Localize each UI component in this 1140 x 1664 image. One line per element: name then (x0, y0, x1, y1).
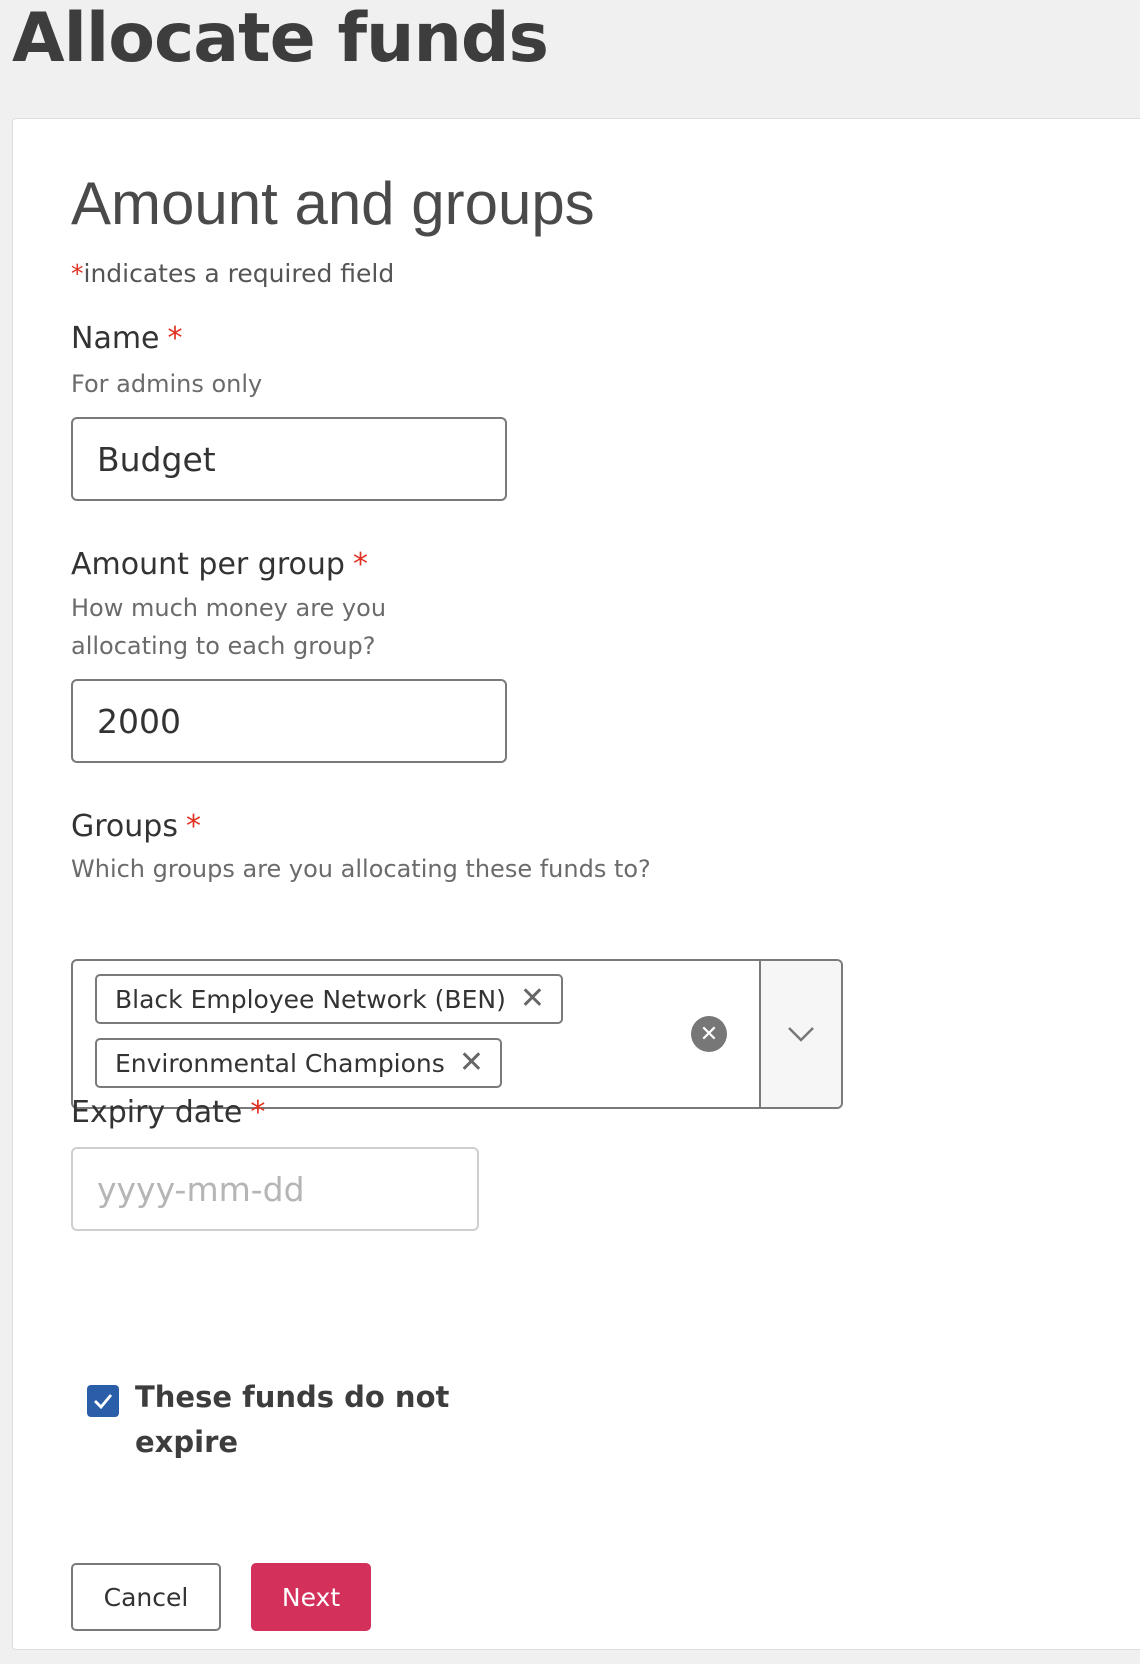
groups-label: Groups * (71, 809, 201, 844)
dropdown-toggle[interactable] (759, 961, 841, 1107)
required-star: * (352, 547, 368, 582)
required-star: * (250, 1095, 266, 1130)
no-expiry-label[interactable]: These funds do not expire (135, 1375, 455, 1465)
name-label: Name * (71, 321, 183, 356)
amount-label: Amount per group * (71, 547, 368, 582)
close-icon[interactable]: ✕ (459, 1048, 484, 1078)
group-chip-label: Black Employee Network (BEN) (115, 984, 506, 1014)
clear-circle-icon[interactable]: ✕ (691, 1016, 727, 1052)
section-title: Amount and groups (71, 170, 595, 237)
groups-label-text: Groups (71, 809, 178, 844)
page-title: Allocate funds (12, 0, 549, 78)
required-star: * (167, 321, 183, 356)
groups-multiselect[interactable]: Black Employee Network (BEN) ✕ Environme… (71, 959, 843, 1109)
amount-help: How much money are you allocating to eac… (71, 594, 387, 660)
group-chip-label: Environmental Champions (115, 1048, 445, 1078)
required-note-text: indicates a required field (83, 259, 395, 288)
cancel-button[interactable]: Cancel (71, 1563, 221, 1631)
name-input[interactable] (71, 417, 507, 501)
name-help: For admins only (71, 370, 263, 398)
expiry-label: Expiry date * (71, 1095, 265, 1130)
name-label-text: Name (71, 321, 160, 356)
groups-help: Which groups are you allocating these fu… (71, 855, 651, 883)
close-icon[interactable]: ✕ (520, 984, 545, 1014)
amount-label-text: Amount per group (71, 547, 345, 582)
amount-input[interactable] (71, 679, 507, 763)
next-button[interactable]: Next (251, 1563, 371, 1631)
expiry-date-input[interactable] (71, 1147, 479, 1231)
required-star: * (185, 809, 201, 844)
chevron-down-icon (788, 1027, 814, 1042)
no-expiry-checkbox[interactable] (87, 1385, 119, 1417)
required-note: *indicates a required field (71, 259, 394, 288)
group-chip: Black Employee Network (BEN) ✕ (95, 974, 563, 1024)
checkmark-icon (94, 1394, 113, 1410)
required-star: * (71, 259, 84, 288)
group-chip: Environmental Champions ✕ (95, 1038, 502, 1088)
expiry-label-text: Expiry date (71, 1095, 243, 1130)
form-card: Amount and groups *indicates a required … (12, 118, 1140, 1650)
